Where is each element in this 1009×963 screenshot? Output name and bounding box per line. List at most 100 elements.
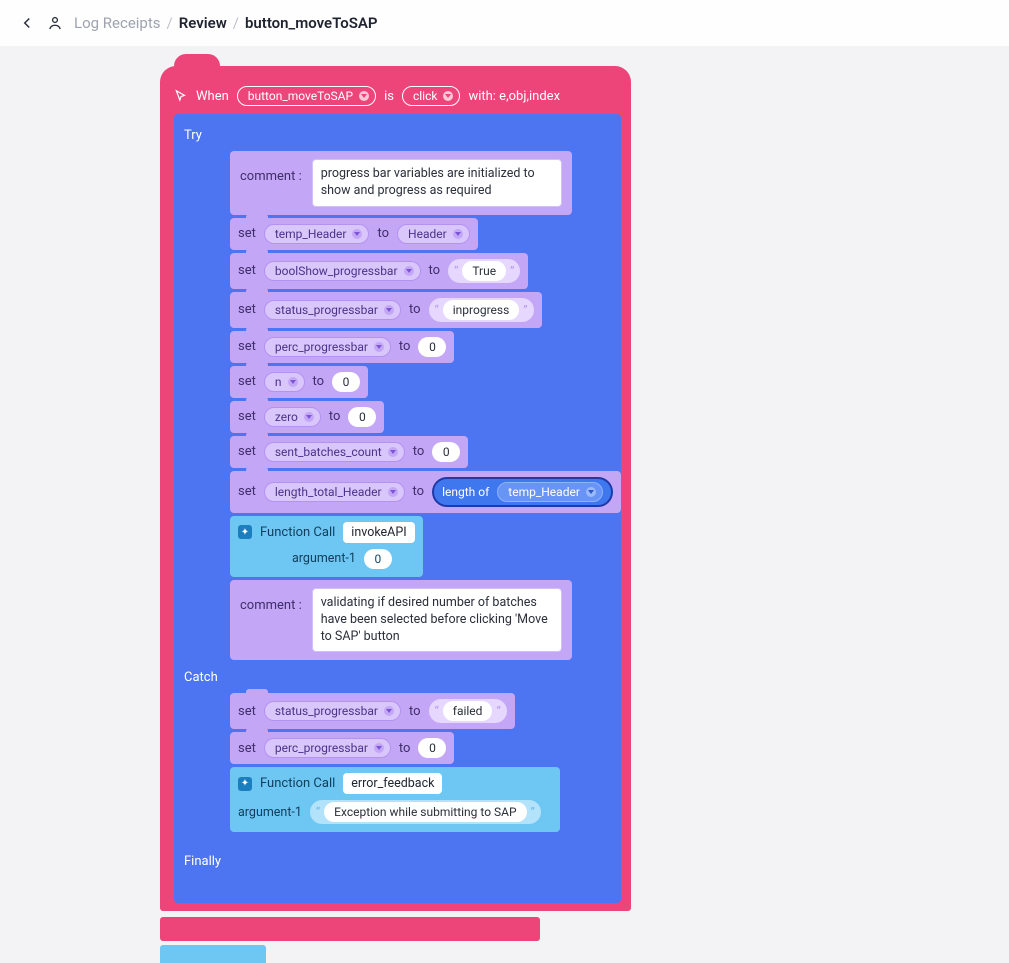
function-name[interactable]: invokeAPI — [343, 522, 414, 543]
set-block[interactable]: set perc_progressbar to 0 — [230, 331, 454, 363]
to-keyword: to — [329, 409, 341, 424]
comment-block[interactable]: comment : validating if desired number o… — [230, 580, 572, 661]
to-keyword: to — [399, 339, 411, 354]
chevron-down-icon — [384, 305, 394, 315]
variable-dropdown[interactable]: n — [264, 372, 305, 392]
set-keyword: set — [238, 704, 256, 719]
try-catch-block[interactable]: Try comment : progress bar variables are… — [174, 114, 621, 903]
number-literal[interactable]: 0 — [348, 407, 376, 427]
chevron-down-icon — [586, 487, 596, 497]
variable-dropdown[interactable]: status_progressbar — [264, 300, 401, 320]
variable-dropdown[interactable]: perc_progressbar — [264, 337, 391, 357]
block-footer-pink[interactable] — [160, 917, 540, 941]
comment-keyword: comment : — [240, 588, 302, 613]
event-action-dropdown[interactable]: click — [402, 86, 460, 106]
to-keyword: to — [377, 226, 389, 241]
lengthof-keyword: length of — [442, 485, 489, 499]
when-label: When — [196, 89, 229, 104]
chevron-down-icon — [404, 266, 414, 276]
set-block[interactable]: set zero to 0 — [230, 401, 384, 433]
set-block[interactable]: set length_total_Header to length of tem… — [230, 471, 621, 513]
comment-text[interactable]: progress bar variables are initialized t… — [312, 159, 562, 207]
argument-label: argument-1 — [238, 805, 302, 820]
to-keyword: to — [409, 302, 421, 317]
function-name[interactable]: error_feedback — [343, 773, 442, 794]
crumb-mid[interactable]: Review — [179, 14, 227, 32]
chevron-down-icon — [352, 229, 362, 239]
function-call-block[interactable]: ✦ Function Call error_feedback argument-… — [230, 767, 560, 832]
set-keyword: set — [238, 409, 256, 424]
length-of-expression[interactable]: length of temp_Header — [432, 477, 613, 507]
event-trigger-block[interactable]: When button_moveToSAP is click with: e,o… — [160, 66, 631, 911]
top-bar: Log Receipts / Review / button_moveToSAP — [0, 0, 1009, 46]
breadcrumb-separator: / — [167, 14, 173, 32]
comment-block[interactable]: comment : progress bar variables are ini… — [230, 151, 572, 215]
chevron-down-icon — [304, 412, 314, 422]
chevron-down-icon — [388, 487, 398, 497]
function-icon: ✦ — [238, 777, 252, 791]
cursor-icon — [174, 89, 188, 103]
variable-dropdown[interactable]: perc_progressbar — [264, 738, 391, 758]
function-call-block[interactable]: ✦ Function Call invokeAPI argument-1 0 — [230, 516, 423, 577]
set-keyword: set — [238, 444, 256, 459]
comment-keyword: comment : — [240, 159, 302, 184]
chevron-down-icon — [288, 377, 298, 387]
set-block[interactable]: set n to 0 — [230, 366, 368, 398]
function-icon: ✦ — [238, 525, 252, 539]
number-literal[interactable]: 0 — [418, 337, 446, 357]
variable-dropdown[interactable]: temp_Header — [264, 224, 370, 244]
finally-label: Finally — [174, 832, 621, 877]
variable-dropdown[interactable]: temp_Header — [497, 482, 603, 502]
string-literal[interactable]: “Exception while submitting to SAP” — [310, 800, 541, 824]
string-literal[interactable]: “inprogress” — [429, 298, 534, 322]
crumb-root[interactable]: Log Receipts — [74, 14, 161, 32]
variable-dropdown[interactable]: boolShow_progressbar — [264, 261, 421, 281]
comment-text[interactable]: validating if desired number of batches … — [312, 588, 562, 653]
number-literal[interactable]: 0 — [418, 738, 446, 758]
value-dropdown[interactable]: Header — [397, 224, 470, 244]
chevron-down-icon — [359, 91, 369, 101]
argument-value[interactable]: 0 — [364, 549, 392, 569]
chevron-down-icon — [388, 447, 398, 457]
to-keyword: to — [409, 704, 421, 719]
set-block[interactable]: set perc_progressbar to 0 — [230, 732, 454, 764]
variable-dropdown[interactable]: sent_batches_count — [264, 442, 405, 462]
block-footer-cyan[interactable] — [160, 945, 266, 963]
set-block[interactable]: set status_progressbar to “inprogress” — [230, 292, 542, 328]
to-keyword: to — [313, 374, 325, 389]
set-keyword: set — [238, 339, 256, 354]
to-keyword: to — [399, 741, 411, 756]
set-keyword: set — [238, 741, 256, 756]
chevron-down-icon — [384, 706, 394, 716]
set-block[interactable]: set status_progressbar to “failed” — [230, 693, 515, 729]
variable-dropdown[interactable]: length_total_Header — [264, 482, 405, 502]
set-keyword: set — [238, 374, 256, 389]
breadcrumb: Log Receipts / Review / button_moveToSAP — [74, 14, 378, 32]
back-icon[interactable] — [18, 14, 36, 32]
breadcrumb-separator: / — [233, 14, 239, 32]
variable-dropdown[interactable]: zero — [264, 407, 321, 427]
string-literal[interactable]: “True” — [448, 259, 520, 283]
variable-dropdown[interactable]: status_progressbar — [264, 701, 401, 721]
catch-label: Catch — [174, 660, 621, 693]
try-label: Try — [174, 124, 621, 151]
number-literal[interactable]: 0 — [432, 442, 460, 462]
set-block[interactable]: set sent_batches_count to 0 — [230, 436, 468, 468]
to-keyword: to — [429, 263, 441, 278]
string-literal[interactable]: “failed” — [429, 699, 507, 723]
to-keyword: to — [413, 444, 425, 459]
event-target-dropdown[interactable]: button_moveToSAP — [237, 86, 376, 106]
function-call-keyword: Function Call — [260, 525, 335, 540]
with-params-label: with: e,obj,index — [468, 89, 560, 104]
set-block[interactable]: set boolShow_progressbar to “True” — [230, 253, 528, 289]
crumb-leaf[interactable]: button_moveToSAP — [245, 14, 378, 32]
chevron-down-icon — [374, 342, 384, 352]
is-label: is — [384, 89, 394, 104]
set-keyword: set — [238, 484, 256, 499]
editor-canvas[interactable]: When button_moveToSAP is click with: e,o… — [0, 46, 1009, 963]
user-icon[interactable] — [46, 14, 64, 32]
number-literal[interactable]: 0 — [332, 372, 360, 392]
chevron-down-icon — [374, 743, 384, 753]
set-keyword: set — [238, 263, 256, 278]
set-block[interactable]: set temp_Header to Header — [230, 218, 478, 250]
